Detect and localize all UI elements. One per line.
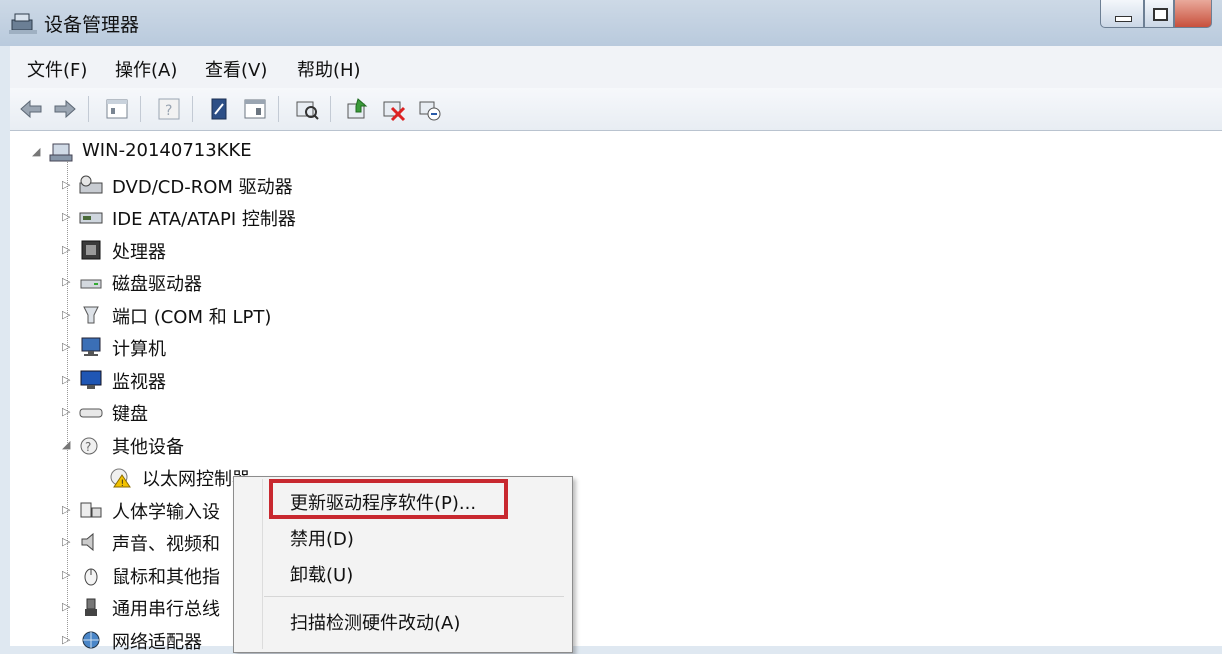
- computer-icon: [81, 337, 101, 356]
- menu-view[interactable]: 查看(V): [205, 56, 267, 82]
- forward-arrow-icon[interactable]: [52, 96, 78, 122]
- back-arrow-icon[interactable]: [18, 96, 44, 122]
- toolbar-separator: [278, 96, 279, 122]
- show-hidden-icon[interactable]: [242, 96, 268, 122]
- expand-arrow-icon[interactable]: ▷: [62, 340, 72, 354]
- sound-icon: [81, 532, 94, 552]
- disable-icon[interactable]: [380, 96, 406, 122]
- device-manager-icon: [9, 13, 37, 34]
- tree-node-label: WIN-20140713KKE: [82, 140, 252, 161]
- network-adapter-icon: [82, 631, 100, 648]
- port-icon: [83, 306, 99, 323]
- expand-arrow-icon[interactable]: ▷: [62, 243, 72, 257]
- ide-controller-icon: [79, 212, 103, 224]
- ctx-disable[interactable]: 禁用(D): [290, 525, 354, 551]
- maximize-button[interactable]: [1144, 0, 1174, 28]
- scan-icon[interactable]: [294, 96, 320, 122]
- ctx-uninstall[interactable]: 卸载(U): [290, 561, 353, 587]
- menu-help[interactable]: 帮助(H): [297, 56, 361, 82]
- minimize-button[interactable]: [1100, 0, 1144, 28]
- toolbar-separator: [88, 96, 89, 122]
- collapse-arrow-icon[interactable]: ◢: [32, 145, 42, 159]
- collapse-arrow-icon[interactable]: ◢: [62, 438, 72, 452]
- dvd-drive-icon: [79, 175, 103, 193]
- uninstall-icon[interactable]: [416, 96, 442, 122]
- expand-arrow-icon[interactable]: ▷: [62, 600, 72, 614]
- tree-node-label: DVD/CD-ROM 驱动器: [112, 176, 293, 198]
- keyboard-icon: [79, 408, 103, 418]
- tree-node-label: 端口 (COM 和 LPT): [112, 306, 272, 328]
- help-icon[interactable]: ?: [156, 96, 182, 122]
- svg-text:?: ?: [85, 440, 91, 454]
- expand-arrow-icon[interactable]: ▷: [62, 275, 72, 289]
- device-tree-panel: ◢ WIN-20140713KKE ▷ DVD/CD-ROM 驱动器 ▷ IDE ATA/…: [10, 131, 1222, 653]
- properties-icon[interactable]: [104, 96, 130, 122]
- menu-action[interactable]: 操作(A): [115, 56, 177, 82]
- expand-arrow-icon[interactable]: ▷: [62, 535, 72, 549]
- svg-text:!: !: [121, 479, 125, 489]
- usb-icon: [85, 598, 97, 616]
- expand-arrow-icon[interactable]: ▷: [62, 568, 72, 582]
- window-controls: [1100, 0, 1212, 30]
- other-devices-icon: ?: [80, 437, 98, 454]
- toolbar-separator: [192, 96, 193, 122]
- menu-file[interactable]: 文件(F): [27, 56, 87, 82]
- expand-arrow-icon[interactable]: ▷: [62, 308, 72, 322]
- tree-node-label: 其他设备: [112, 436, 184, 458]
- ethernet-warning-icon: !: [110, 468, 131, 489]
- disk-drive-icon: [80, 279, 102, 289]
- tree-node-label: 鼠标和其他指: [112, 566, 220, 588]
- tree-node-label: 键盘: [112, 404, 148, 425]
- close-button[interactable]: [1174, 0, 1212, 28]
- context-menu-gutter: [262, 479, 263, 649]
- ctx-scan-hardware[interactable]: 扫描检测硬件改动(A): [290, 609, 460, 635]
- hid-icon: [80, 502, 102, 517]
- tree-node-label: 网络适配器: [112, 631, 202, 653]
- menu-bar: 文件(F) 操作(A) 查看(V) 帮助(H): [10, 46, 1222, 89]
- tree-node-label: 人体学输入设: [112, 501, 220, 523]
- window-title: 设备管理器: [44, 14, 140, 36]
- tree-node-label: 监视器: [112, 371, 166, 393]
- expand-arrow-icon[interactable]: ▷: [62, 373, 72, 387]
- tree-node-label: 磁盘驱动器: [112, 274, 202, 295]
- expand-arrow-icon[interactable]: ▷: [62, 178, 72, 192]
- toolbar: ?: [10, 88, 1222, 131]
- mouse-icon: [84, 568, 98, 585]
- tree-node-label: 通用串行总线: [112, 599, 220, 620]
- tree-node-label: 处理器: [112, 241, 166, 263]
- svg-text:?: ?: [165, 103, 172, 119]
- tree-node-label: 计算机: [112, 339, 166, 360]
- toolbar-separator: [140, 96, 141, 122]
- tree-node-label: 声音、视频和: [112, 534, 220, 555]
- update-driver-icon[interactable]: [344, 96, 370, 122]
- title-bar: 设备管理器: [0, 0, 1222, 46]
- highlight-box: [269, 479, 508, 519]
- expand-arrow-icon[interactable]: ▷: [62, 633, 72, 647]
- expand-arrow-icon[interactable]: ▷: [62, 405, 72, 419]
- expand-arrow-icon[interactable]: ▷: [62, 503, 72, 517]
- update-icon[interactable]: [206, 96, 232, 122]
- monitor-icon: [80, 370, 102, 389]
- context-menu-separator: [264, 596, 564, 597]
- processor-icon: [81, 240, 101, 259]
- root-computer-icon: [49, 143, 73, 162]
- toolbar-separator: [330, 96, 331, 122]
- tree-node-label: IDE ATA/ATAPI 控制器: [112, 209, 296, 230]
- expand-arrow-icon[interactable]: ▷: [62, 210, 72, 224]
